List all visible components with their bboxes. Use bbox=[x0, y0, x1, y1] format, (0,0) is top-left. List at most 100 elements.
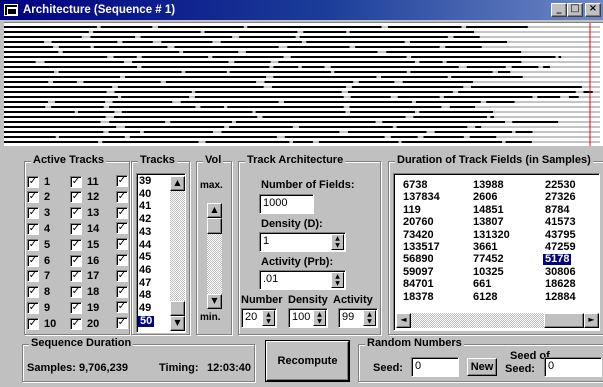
density-spin-input[interactable]: 100 ▲ ▼ bbox=[288, 308, 328, 328]
checkbox-check-icon[interactable]: ✓ bbox=[70, 175, 82, 188]
active-track-checkbox[interactable]: ✓ 19 bbox=[70, 301, 99, 314]
checkbox-check-icon[interactable]: ✓ bbox=[27, 301, 39, 314]
duration-cell[interactable]: 43795 bbox=[545, 229, 576, 241]
duration-cell[interactable]: 12884 bbox=[545, 291, 576, 303]
checkbox-check-icon[interactable]: ✓ bbox=[27, 238, 39, 251]
checkbox-check-icon[interactable]: ✓ bbox=[27, 207, 39, 220]
checkbox-check-icon[interactable]: ✓ bbox=[27, 222, 39, 235]
density-footer-spin-button[interactable]: ▲ ▼ bbox=[313, 310, 326, 326]
track-timeline-view[interactable] bbox=[4, 22, 603, 146]
duration-cell[interactable]: 27326 bbox=[545, 192, 576, 203]
active-track-checkbox[interactable]: ✓ 11 bbox=[70, 175, 99, 188]
active-track-checkbox[interactable]: ✓ 15 bbox=[70, 238, 99, 251]
duration-cell[interactable]: 6128 bbox=[473, 291, 497, 303]
number-of-fields-input[interactable]: 1000 bbox=[259, 194, 314, 214]
active-track-checkbox[interactable]: ✓ 3 bbox=[27, 207, 50, 220]
checkbox-check-icon[interactable]: ✓ bbox=[70, 270, 82, 283]
active-track-checkbox[interactable]: ✓ 2 bbox=[27, 191, 50, 204]
close-button[interactable]: × bbox=[585, 3, 601, 17]
volume-slider-thumb[interactable] bbox=[207, 218, 222, 234]
tracks-list-item[interactable]: 48 bbox=[139, 290, 151, 301]
tracks-list-item[interactable]: 42 bbox=[139, 214, 151, 225]
duration-cell[interactable]: 47259 bbox=[545, 242, 576, 253]
new-seed-button[interactable]: New bbox=[467, 358, 497, 376]
checkbox-check-icon[interactable]: ✓ bbox=[70, 254, 82, 267]
durations-listbox[interactable]: 6738 137834 119 20760 73420 133517 56890 59097 8… bbox=[393, 173, 600, 331]
checkbox-check-icon[interactable]: ✓ bbox=[70, 222, 82, 235]
tracks-scroll-track[interactable] bbox=[170, 191, 185, 315]
durations-scroll-right-button[interactable]: ► bbox=[584, 313, 599, 328]
recompute-button[interactable]: Recompute bbox=[265, 340, 350, 382]
active-track-checkbox[interactable]: ✓ 17 bbox=[70, 270, 99, 283]
duration-cell[interactable]: 14851 bbox=[473, 204, 504, 216]
duration-cell[interactable]: 8784 bbox=[545, 204, 569, 216]
active-track-checkbox[interactable]: ✓ 6 bbox=[27, 254, 50, 267]
duration-cell[interactable]: 133517 bbox=[403, 242, 440, 253]
active-track-checkbox[interactable]: ✓ 1 bbox=[27, 175, 50, 188]
duration-cell[interactable]: 18628 bbox=[545, 279, 576, 290]
tracks-listbox[interactable]: 39 40 41 42 43 44 45 46 47 48 49 50 ▲ ▼ bbox=[136, 173, 186, 333]
partial-checkbox-check-icon[interactable]: ✓ bbox=[116, 175, 128, 187]
minimize-button[interactable]: _ bbox=[551, 3, 567, 17]
tracks-list-item[interactable]: 44 bbox=[139, 239, 151, 251]
checkbox-check-icon[interactable]: ✓ bbox=[70, 301, 82, 314]
checkbox-check-icon[interactable]: ✓ bbox=[27, 191, 39, 204]
checkbox-check-icon[interactable]: ✓ bbox=[70, 191, 82, 204]
tracks-scroll-down-button[interactable]: ▼ bbox=[170, 316, 185, 331]
density-input[interactable]: 1 ▲ ▼ bbox=[259, 232, 346, 252]
number-spin-input[interactable]: 20 ▲ ▼ bbox=[241, 308, 277, 328]
duration-cell[interactable]: 6738 bbox=[403, 180, 427, 191]
checkbox-check-icon[interactable]: ✓ bbox=[70, 317, 82, 330]
duration-cell[interactable]: 30806 bbox=[545, 266, 576, 278]
tracks-list-item[interactable]: 39 bbox=[139, 176, 151, 187]
partial-checkbox-check-icon[interactable]: ✓ bbox=[116, 238, 128, 251]
checkbox-check-icon[interactable]: ✓ bbox=[27, 270, 39, 283]
duration-cell[interactable]: 10325 bbox=[473, 266, 504, 278]
activity-spin-button[interactable]: ▲ ▼ bbox=[331, 272, 344, 288]
duration-cell[interactable]: 119 bbox=[403, 204, 421, 216]
seed-input[interactable]: 0 bbox=[411, 357, 459, 377]
active-track-checkbox[interactable]: ✓ 9 bbox=[27, 301, 50, 314]
checkbox-check-icon[interactable]: ✓ bbox=[27, 317, 39, 330]
activity-footer-spin-button[interactable]: ▲ ▼ bbox=[363, 310, 376, 326]
duration-cell[interactable]: 3661 bbox=[473, 242, 497, 253]
tracks-scroll-up-button[interactable]: ▲ bbox=[170, 176, 185, 191]
seed-of-seed-input[interactable]: 0 bbox=[544, 357, 602, 377]
checkbox-check-icon[interactable]: ✓ bbox=[27, 286, 39, 299]
duration-cell[interactable]: 20760 bbox=[403, 217, 434, 228]
durations-scroll-left-button[interactable]: ◄ bbox=[396, 313, 411, 328]
duration-cell-selected[interactable]: 5178 bbox=[543, 254, 572, 266]
active-track-checkbox[interactable]: ✓ 20 bbox=[70, 317, 99, 330]
duration-cell[interactable]: 59097 bbox=[403, 266, 434, 278]
partial-checkbox-check-icon[interactable]: ✓ bbox=[116, 285, 128, 298]
duration-cell[interactable]: 13988 bbox=[473, 180, 504, 191]
tracks-list-item[interactable]: 43 bbox=[139, 226, 151, 238]
number-spin-button[interactable]: ▲ ▼ bbox=[262, 310, 275, 326]
tracks-list-item[interactable]: 45 bbox=[139, 252, 151, 263]
partial-checkbox-check-icon[interactable]: ✓ bbox=[116, 301, 128, 314]
volume-down-button[interactable]: ▼ bbox=[207, 294, 222, 309]
duration-cell[interactable]: 41573 bbox=[545, 217, 576, 228]
active-track-checkbox[interactable]: ✓ 7 bbox=[27, 270, 50, 283]
partial-checkbox-check-icon[interactable]: ✓ bbox=[116, 190, 128, 203]
tracks-scroll-thumb[interactable] bbox=[170, 301, 185, 316]
partial-checkbox-check-icon[interactable]: ✓ bbox=[116, 254, 128, 266]
checkbox-check-icon[interactable]: ✓ bbox=[70, 238, 82, 251]
tracks-list-item[interactable]: 40 bbox=[139, 188, 151, 200]
duration-cell[interactable]: 131320 bbox=[473, 229, 510, 241]
checkbox-check-icon[interactable]: ✓ bbox=[27, 254, 39, 267]
duration-cell[interactable]: 661 bbox=[473, 279, 491, 290]
volume-up-button[interactable]: ▲ bbox=[207, 203, 222, 218]
tracks-list-item-selected[interactable]: 50 bbox=[138, 315, 155, 327]
duration-cell[interactable]: 77452 bbox=[473, 254, 504, 265]
active-track-checkbox[interactable]: ✓ 18 bbox=[70, 286, 99, 299]
active-track-checkbox[interactable]: ✓ 14 bbox=[70, 222, 99, 235]
tracks-list-item[interactable]: 46 bbox=[139, 264, 151, 276]
active-track-checkbox[interactable]: ✓ 16 bbox=[70, 254, 99, 267]
duration-cell[interactable]: 56890 bbox=[403, 254, 434, 265]
duration-cell[interactable]: 2606 bbox=[473, 192, 497, 203]
active-track-checkbox[interactable]: ✓ 8 bbox=[27, 286, 50, 299]
active-track-checkbox[interactable]: ✓ 12 bbox=[70, 191, 99, 204]
activity-input[interactable]: .01 ▲ ▼ bbox=[259, 270, 346, 290]
duration-cell[interactable]: 137834 bbox=[403, 192, 440, 203]
